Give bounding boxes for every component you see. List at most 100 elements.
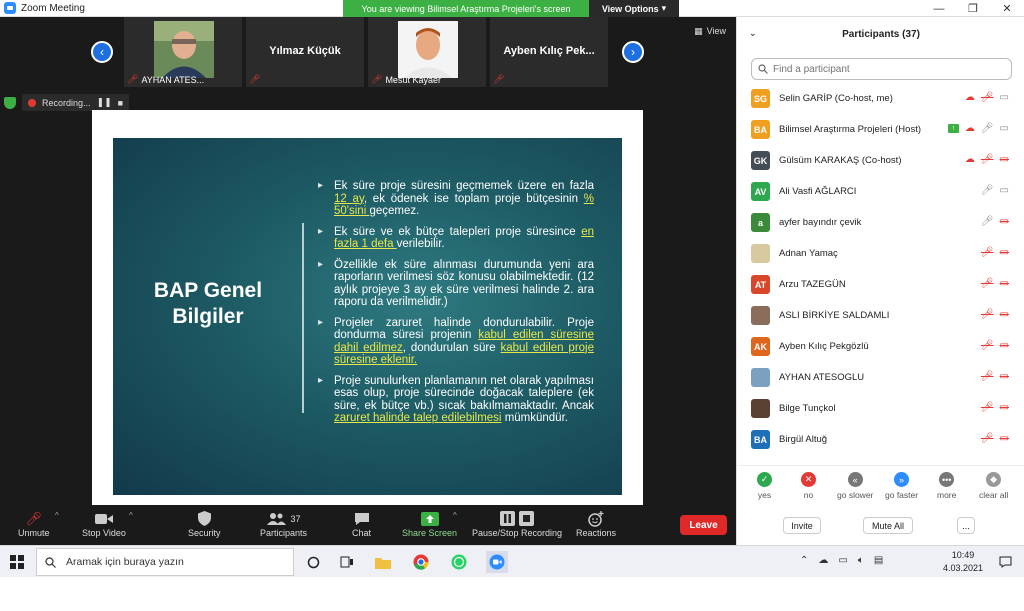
participant-row[interactable]: BA Birgül Altuğ 🎤︎ ▭ xyxy=(737,424,1024,455)
chrome-icon[interactable] xyxy=(412,553,430,571)
participant-row[interactable]: AK Ayben Kılıç Pekgözlü 🎤︎ ▭ xyxy=(737,331,1024,362)
participants-icon: 37 xyxy=(266,509,301,528)
pause-stop-recording-button[interactable]: Pause/Stop Recording xyxy=(472,509,562,538)
chat-icon xyxy=(354,509,370,528)
encryption-shield-icon[interactable] xyxy=(4,96,16,109)
chat-button[interactable]: Chat xyxy=(352,509,371,538)
meeting-main-area: ‹ 🎤︎ AYHAN ATES... Yılmaz Küçük 🎤︎ 🎤︎ Me… xyxy=(0,17,736,505)
leave-meeting-button[interactable]: Leave xyxy=(680,515,727,535)
notifications-icon[interactable] xyxy=(996,553,1014,571)
feedback-no-icon: ✕ xyxy=(801,472,816,487)
reactions-button[interactable]: Reactions xyxy=(576,509,616,538)
video-thumbnail-yilmaz[interactable]: Yılmaz Küçük 🎤︎ xyxy=(246,17,364,87)
feedback-yes-button[interactable]: ✓ yes xyxy=(757,472,772,500)
onedrive-icon[interactable]: ☁ xyxy=(818,555,828,566)
stop-recording-button[interactable]: ■ xyxy=(118,98,123,108)
participant-name: ASLI BİRKİYE SALDAMLI xyxy=(779,310,890,321)
participant-name: Adnan Yamaç xyxy=(779,248,838,259)
search-input[interactable] xyxy=(773,63,1003,75)
participant-row[interactable]: BA Bilimsel Araştırma Projeleri (Host) ↑ ☁ 🎤… xyxy=(737,114,1024,145)
window-title: Zoom Meeting xyxy=(21,2,85,14)
mic-off-icon: 🎤︎ xyxy=(980,154,994,165)
participant-status-icons: 🎤︎ ▭ xyxy=(981,185,1009,196)
participant-row[interactable]: SG Selin GARİP (Co-host, me) ☁ 🎤︎ ▭ xyxy=(737,83,1024,114)
audio-options-caret[interactable]: ^ xyxy=(55,511,59,520)
more-options-button[interactable]: ... xyxy=(957,517,975,534)
mic-off-icon: 🎤︎ xyxy=(371,74,383,84)
avatar: AK xyxy=(751,337,770,356)
video-thumbnail-ayhan[interactable]: 🎤︎ AYHAN ATES... xyxy=(124,17,242,87)
feedback-more-button[interactable]: ••• more xyxy=(937,472,956,500)
taskbar-search[interactable]: Aramak için buraya yazın xyxy=(36,548,294,576)
participant-row[interactable]: AT Arzu TAZEGÜN 🎤︎ ▭ xyxy=(737,269,1024,300)
thumbnail-label: 🎤︎ Mesut Kayaer xyxy=(371,74,441,85)
zoom-taskbar-icon[interactable] xyxy=(486,551,508,573)
feedback-go-faster-button[interactable]: » go faster xyxy=(885,472,918,500)
video-off-icon: ▭ xyxy=(999,433,1009,444)
feedback-clear-all-button[interactable]: ◆ clear all xyxy=(979,472,1008,500)
minimize-button[interactable]: — xyxy=(922,0,956,17)
participant-row[interactable]: AV Ali Vasfi AĞLARCI 🎤︎ ▭ xyxy=(737,176,1024,207)
video-thumbnail-ayben[interactable]: Ayben Kılıç Pek... 🎤︎ xyxy=(490,17,608,87)
restore-button[interactable]: ❐ xyxy=(956,0,990,17)
participant-name: Bilimsel Araştırma Projeleri (Host) xyxy=(779,124,921,135)
meeting-toolbar: 🎤︎ Unmute ^ Stop Video ^ Security 37 Par… xyxy=(0,505,736,545)
presentation-slide: BAP Genel Bilgiler Ek süre proje süresin… xyxy=(113,138,622,495)
stop-video-button[interactable]: Stop Video xyxy=(82,509,126,538)
whatsapp-icon[interactable] xyxy=(450,553,468,571)
video-icon: ▭ xyxy=(999,123,1009,134)
participant-row[interactable]: Bilge Tunçkol 🎤︎ ▭ xyxy=(737,393,1024,424)
participant-row[interactable]: GK Gülsüm KARAKAŞ (Co-host) ☁ 🎤︎ ▭ xyxy=(737,145,1024,176)
network-icon[interactable]: ▭ xyxy=(838,555,847,566)
participant-name: ayfer bayındır çevik xyxy=(779,217,862,228)
close-button[interactable]: ✕ xyxy=(990,0,1024,17)
slide-bullet-2: Ek süre ve ek bütçe talepleri proje süre… xyxy=(318,226,594,251)
taskbar-clock[interactable]: 10:49 4.03.2021 xyxy=(938,549,988,575)
unmute-button[interactable]: 🎤︎ Unmute xyxy=(18,509,50,539)
security-button[interactable]: Security xyxy=(188,509,221,538)
feedback-go-slower-button[interactable]: « go slower xyxy=(837,472,873,500)
pause-recording-button[interactable]: ❚❚ xyxy=(97,97,112,108)
previous-thumbnails-button[interactable]: ‹ xyxy=(91,41,113,63)
participants-button[interactable]: 37 Participants xyxy=(260,509,307,538)
mic-off-icon: 🎤︎ xyxy=(249,74,261,84)
participant-row[interactable]: Adnan Yamaç 🎤︎ ▭ xyxy=(737,238,1024,269)
participant-row[interactable]: AYHAN ATESOGLU 🎤︎ ▭ xyxy=(737,362,1024,393)
shared-screen: BAP Genel Bilgiler Ek süre proje süresin… xyxy=(92,110,643,505)
avatar xyxy=(751,244,770,263)
participant-status-icons: 🎤︎ ▭ xyxy=(981,278,1009,289)
participant-name: Ali Vasfi AĞLARCI xyxy=(779,186,857,197)
mic-off-icon: 🎤︎ xyxy=(980,371,994,382)
feedback-no-button[interactable]: ✕ no xyxy=(801,472,816,500)
video-thumbnail-mesut[interactable]: 🎤︎ Mesut Kayaer xyxy=(368,17,486,87)
participant-name: Gülsüm KARAKAŞ (Co-host) xyxy=(779,155,902,166)
file-explorer-icon[interactable] xyxy=(374,553,392,571)
view-toggle-button[interactable]: ▦ View xyxy=(694,26,726,37)
panel-title: Participants (37) xyxy=(842,28,920,40)
windows-start-icon[interactable] xyxy=(10,555,24,569)
task-view-icon[interactable] xyxy=(338,553,356,571)
share-screen-button[interactable]: Share Screen xyxy=(402,509,457,538)
avatar xyxy=(751,399,770,418)
collapse-panel-button[interactable]: ⌄ xyxy=(749,28,757,39)
mute-all-button[interactable]: Mute All xyxy=(863,517,913,534)
slide-bullet-3: Özellikle ek süre alınması durumunda yen… xyxy=(318,259,594,309)
status-bar: Recording... ❚❚ ■ xyxy=(4,94,130,111)
language-icon[interactable]: ▤ xyxy=(874,555,883,566)
slide-bullets: Ek süre proje süresini geçmemek üzere en… xyxy=(318,180,594,433)
cortana-icon[interactable] xyxy=(304,553,322,571)
shield-icon xyxy=(197,509,211,528)
next-thumbnails-button[interactable]: › xyxy=(622,41,644,63)
show-hidden-icons-icon[interactable]: ⌃ xyxy=(800,555,808,566)
video-options-caret[interactable]: ^ xyxy=(129,511,133,520)
participant-row[interactable]: a ayfer bayındır çevik 🎤︎ ▭ xyxy=(737,207,1024,238)
feedback-label: go slower xyxy=(837,490,874,500)
invite-button[interactable]: Invite xyxy=(783,517,821,534)
participant-search[interactable] xyxy=(751,58,1012,80)
volume-icon[interactable]: 🔈︎ xyxy=(858,555,864,566)
feedback-label: clear all xyxy=(979,490,1009,500)
share-options-caret[interactable]: ^ xyxy=(453,511,457,520)
participant-row[interactable]: ASLI BİRKİYE SALDAMLI 🎤︎ ▭ xyxy=(737,300,1024,331)
cloud-recording-icon: ☁ xyxy=(964,123,975,134)
view-options-button[interactable]: View Options ▾ xyxy=(589,0,679,17)
